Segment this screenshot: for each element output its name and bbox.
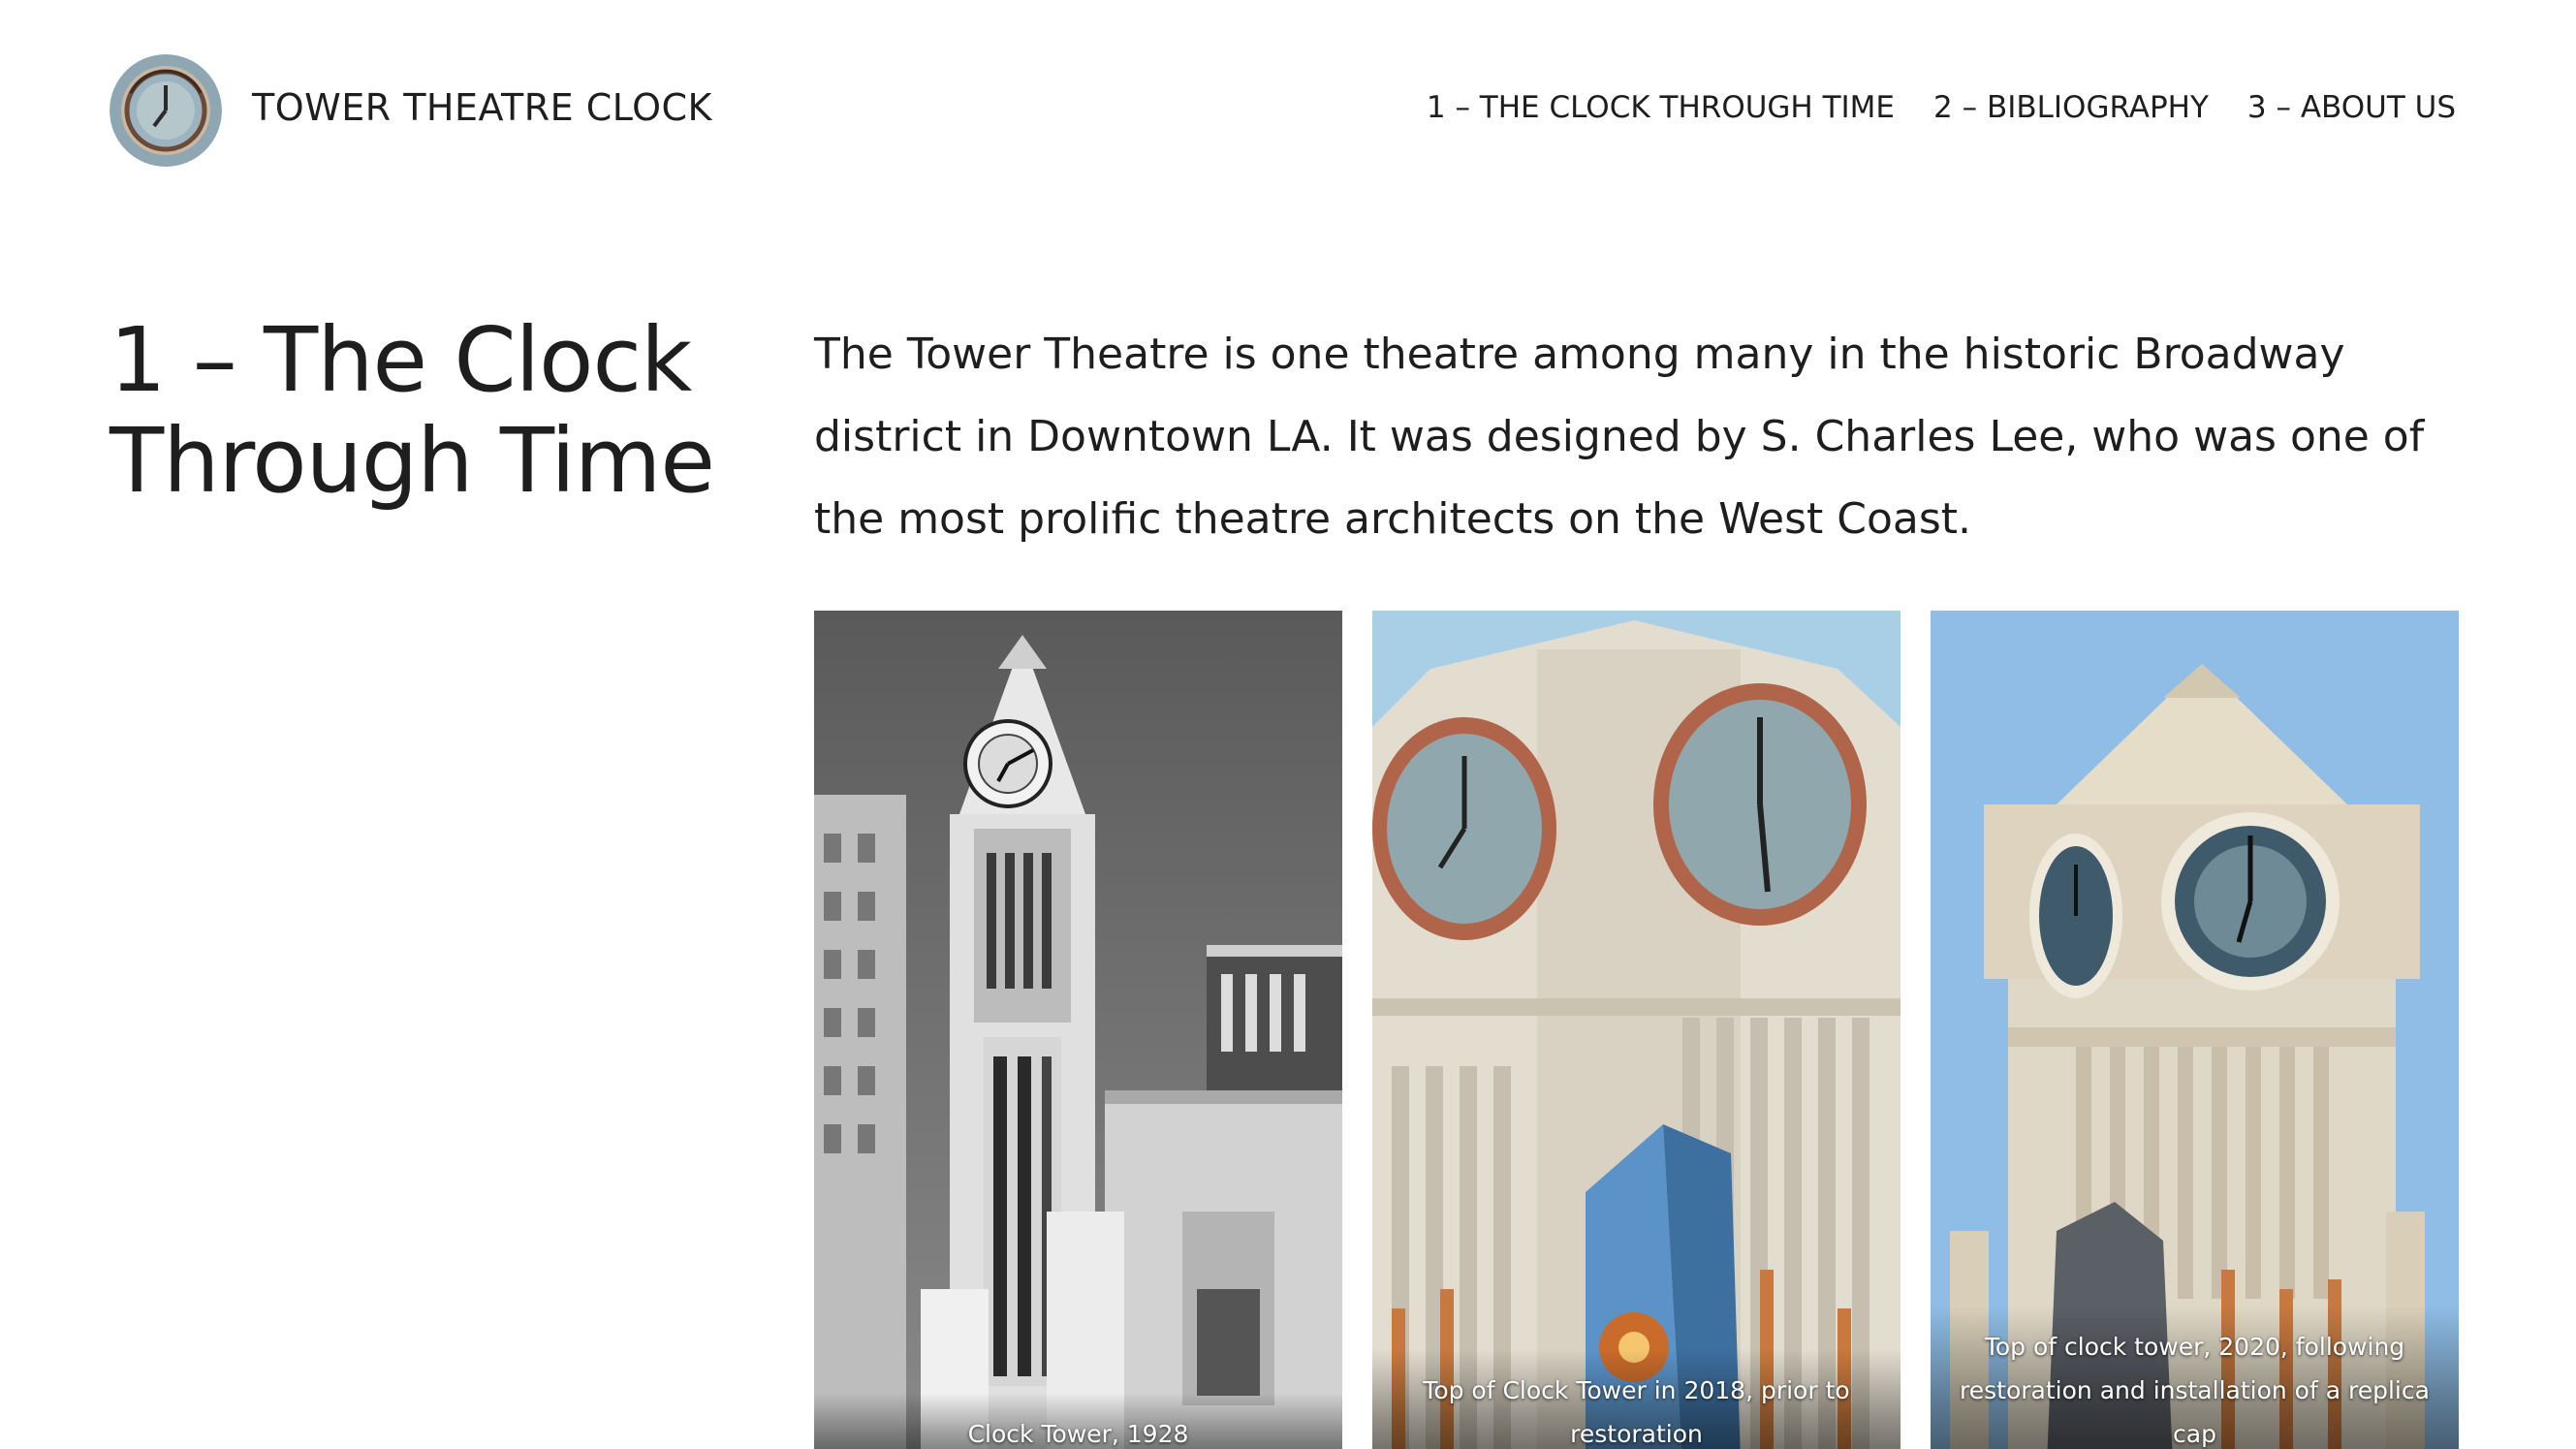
- intro-paragraph: The Tower Theatre is one theatre among m…: [814, 330, 2425, 544]
- nav-item-about-us[interactable]: 3 – ABOUT US: [2247, 90, 2456, 125]
- clock-tower-1928-photo: [814, 611, 1342, 1449]
- page: TOWER THEATRE CLOCK 1 – THE CLOCK THROUG…: [0, 0, 2576, 1449]
- gallery-item-2020[interactable]: Top of clock tower, 2020, following rest…: [1931, 611, 2459, 1449]
- page-title: 1 – The Clock Through Time: [110, 308, 715, 513]
- site-logo[interactable]: [110, 54, 222, 167]
- gallery-caption: Clock Tower, 1928: [814, 1393, 1342, 1449]
- nav-item-bibliography[interactable]: 2 – BIBLIOGRAPHY: [1933, 90, 2209, 125]
- main-nav: 1 – THE CLOCK THROUGH TIME 2 – BIBLIOGRA…: [1427, 90, 2456, 125]
- gallery-caption: Top of Clock Tower in 2018, prior to res…: [1372, 1349, 1901, 1449]
- image-gallery: Clock Tower, 1928 Top of Clock Tower in …: [814, 611, 2459, 1449]
- gallery-item-2018[interactable]: Top of Clock Tower in 2018, prior to res…: [1372, 611, 1901, 1449]
- clock-logo-icon: [110, 54, 222, 167]
- site-title[interactable]: TOWER THEATRE CLOCK: [252, 86, 712, 129]
- clock-tower-2018-photo: [1372, 611, 1901, 1449]
- gallery-caption: Top of clock tower, 2020, following rest…: [1931, 1306, 2459, 1449]
- gallery-item-1928[interactable]: Clock Tower, 1928: [814, 611, 1342, 1449]
- site-header: TOWER THEATRE CLOCK 1 – THE CLOCK THROUG…: [0, 0, 2576, 223]
- nav-item-clock-through-time[interactable]: 1 – THE CLOCK THROUGH TIME: [1427, 90, 1895, 125]
